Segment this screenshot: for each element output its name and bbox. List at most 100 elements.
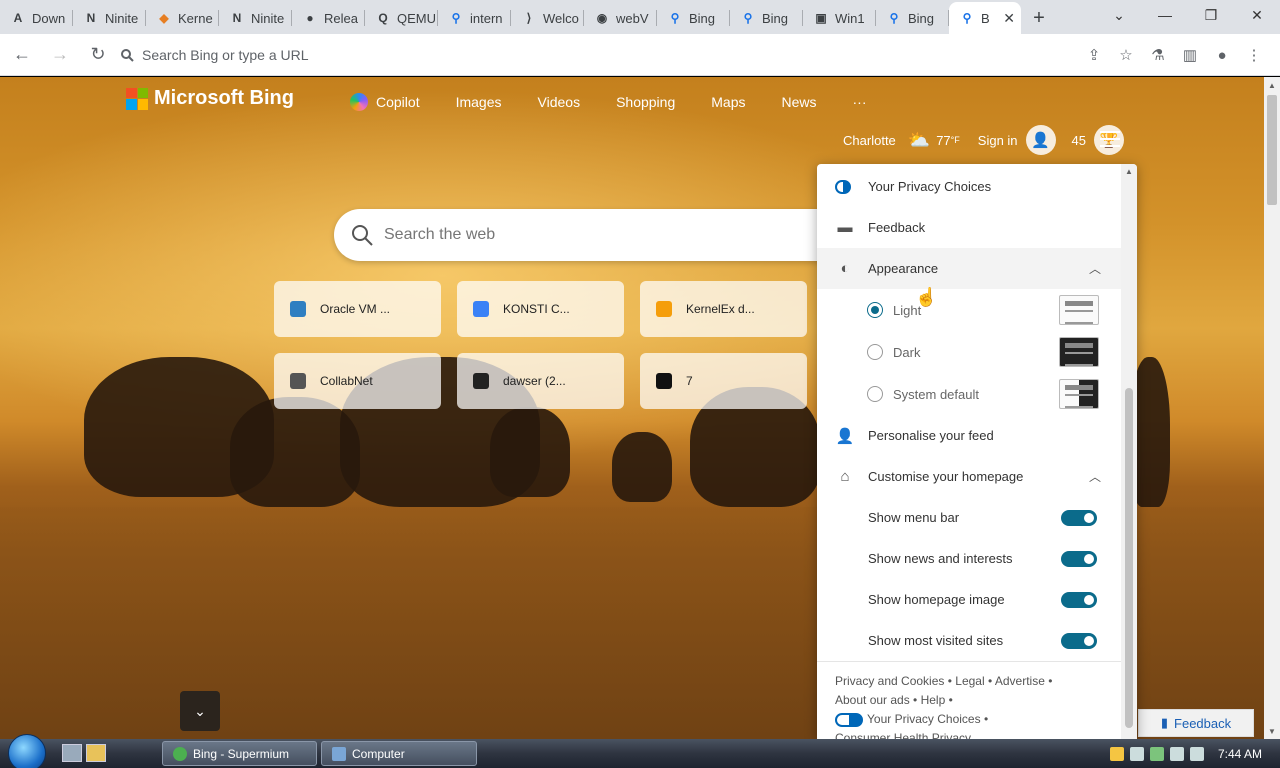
tab[interactable]: ◉ webV	[584, 2, 657, 34]
scroll-thumb[interactable]	[1267, 95, 1277, 205]
nav-videos[interactable]: Videos	[538, 94, 581, 110]
page-scrollbar[interactable]: ▲ ▼	[1264, 77, 1280, 739]
new-tab-button[interactable]: +	[1021, 2, 1057, 34]
address-bar[interactable]	[108, 38, 1140, 71]
security-shield-icon[interactable]	[1109, 746, 1124, 761]
tab[interactable]: ▣ Win1	[803, 2, 876, 34]
feedback-item[interactable]: ▬ Feedback	[817, 207, 1121, 248]
tab[interactable]: ◆ Kerne	[146, 2, 219, 34]
tab[interactable]: ⚲ Bing	[730, 2, 803, 34]
tab-search-chevron-icon[interactable]: ⌄	[1096, 0, 1142, 30]
profile-icon[interactable]: ●	[1206, 39, 1238, 71]
extensions-icon[interactable]: ⚗	[1142, 39, 1174, 71]
taskbar-item-browser[interactable]: Bing - Supermium	[162, 741, 317, 766]
hamburger-menu-icon[interactable]	[1100, 131, 1120, 152]
top-site-tile[interactable]: dawser (2...	[457, 353, 624, 409]
privacy-choices-link[interactable]: Your Privacy Choices	[867, 712, 981, 726]
volume-muted-icon[interactable]	[1189, 746, 1204, 761]
side-panel-icon[interactable]: ▥	[1174, 39, 1206, 71]
address-input[interactable]	[142, 46, 1042, 63]
close-window-button[interactable]: ✕	[1234, 0, 1280, 30]
tab[interactable]: ⚲ Bing	[876, 2, 949, 34]
privacy-choices-item[interactable]: Your Privacy Choices	[817, 166, 1121, 207]
monitor-icon[interactable]	[1169, 746, 1184, 761]
appearance-item[interactable]: ◐ Appearance ︿	[817, 248, 1121, 289]
about-ads-link[interactable]: About our ads	[835, 693, 910, 707]
feedback-button[interactable]: ▮ Feedback	[1138, 709, 1254, 737]
toggle-switch[interactable]	[1061, 632, 1097, 649]
sign-in-link[interactable]: Sign in	[978, 133, 1018, 148]
top-site-tile[interactable]: CollabNet	[274, 353, 441, 409]
top-site-tile[interactable]: KernelEx d...	[640, 281, 807, 337]
theme-option[interactable]: System default	[817, 373, 1121, 415]
back-button[interactable]: ←	[6, 39, 38, 71]
scroll-up-arrow-icon[interactable]: ▲	[1121, 164, 1137, 178]
scroll-down-arrow-icon[interactable]: ▼	[1264, 723, 1280, 739]
nav-more[interactable]: ···	[853, 94, 867, 110]
toggle-switch[interactable]	[1061, 509, 1097, 526]
tab[interactable]: Q QEMU	[365, 2, 438, 34]
search-icon: ⚲	[743, 11, 753, 25]
folder-icon[interactable]	[86, 744, 106, 762]
elephant-silhouette	[490, 407, 570, 497]
privacy-cookies-link[interactable]: Privacy and Cookies	[835, 674, 944, 688]
nav-copilot[interactable]: Copilot	[350, 93, 420, 111]
tab[interactable]: ⟩ Welco	[511, 2, 584, 34]
legal-link[interactable]: Legal	[955, 674, 984, 688]
tab[interactable]: A Down	[0, 2, 73, 34]
toggle-switch[interactable]	[1061, 591, 1097, 608]
nav-maps[interactable]: Maps	[711, 94, 745, 110]
temperature-value[interactable]: 77	[936, 133, 950, 148]
tab[interactable]: ⚲ Bing	[657, 2, 730, 34]
bing-logo[interactable]: Microsoft Bing	[126, 87, 294, 110]
scroll-down-button[interactable]: ⌄	[180, 691, 220, 731]
nav-shopping[interactable]: Shopping	[616, 94, 675, 110]
theme-option[interactable]: Dark	[817, 331, 1121, 373]
network-icon[interactable]	[1129, 746, 1144, 761]
top-site-tile[interactable]: Oracle VM ...	[274, 281, 441, 337]
top-site-tile[interactable]: KONSTI C...	[457, 281, 624, 337]
bookmark-star-icon[interactable]: ☆	[1110, 39, 1142, 71]
show-desktop-icon[interactable]	[62, 744, 82, 762]
toggle-switch[interactable]	[1061, 550, 1097, 567]
tab[interactable]: N Ninite	[219, 2, 292, 34]
nav-images[interactable]: Images	[456, 94, 502, 110]
appearance-label: Appearance	[868, 261, 939, 276]
minimize-button[interactable]: —	[1142, 0, 1188, 30]
ninite-icon: N	[232, 11, 242, 25]
avatar[interactable]: 👤	[1025, 125, 1056, 155]
customise-homepage-item[interactable]: ⌂ Customise your homepage ︿	[817, 456, 1121, 497]
radio-button[interactable]	[867, 386, 883, 402]
tab[interactable]: ⚲ intern	[438, 2, 511, 34]
health-privacy-link[interactable]: Consumer Health Privacy	[835, 731, 971, 739]
taskbar-item-computer[interactable]: Computer	[321, 741, 477, 766]
share-icon[interactable]: ⇪	[1078, 39, 1110, 71]
tab[interactable]: N Ninite	[73, 2, 146, 34]
menu-kebab-icon[interactable]: ⋮	[1238, 39, 1270, 71]
search-input[interactable]	[384, 226, 784, 244]
rewards-points[interactable]: 45	[1072, 133, 1086, 148]
panel-scroll-thumb[interactable]	[1125, 388, 1133, 728]
start-button[interactable]	[8, 734, 46, 768]
forward-button[interactable]: →	[44, 39, 76, 71]
top-site-tile[interactable]: 7	[640, 353, 807, 409]
close-tab-icon[interactable]: ✕	[1003, 10, 1015, 27]
nav-news[interactable]: News	[781, 94, 816, 110]
advertise-link[interactable]: Advertise	[995, 674, 1045, 688]
app-tray-icon[interactable]	[1149, 746, 1164, 761]
location-label[interactable]: Charlotte	[843, 133, 896, 148]
theme-option[interactable]: Light	[817, 289, 1121, 331]
restore-button[interactable]: ❐	[1188, 0, 1234, 30]
windows-taskbar: Bing - Supermium Computer 7:44 AM	[0, 734, 1280, 768]
bing-search-box[interactable]	[334, 209, 854, 261]
radio-button[interactable]	[867, 302, 883, 318]
panel-scrollbar[interactable]: ▲	[1121, 164, 1137, 739]
tab[interactable]: ⚲ B ✕	[949, 2, 1021, 34]
scroll-up-arrow-icon[interactable]: ▲	[1264, 77, 1280, 93]
radio-button[interactable]	[867, 344, 883, 360]
help-link[interactable]: Help	[921, 693, 946, 707]
tab[interactable]: ● Relea	[292, 2, 365, 34]
personalise-feed-item[interactable]: 👤 Personalise your feed	[817, 415, 1121, 456]
tile-label: KernelEx d...	[686, 302, 755, 316]
clock[interactable]: 7:44 AM	[1218, 747, 1262, 761]
